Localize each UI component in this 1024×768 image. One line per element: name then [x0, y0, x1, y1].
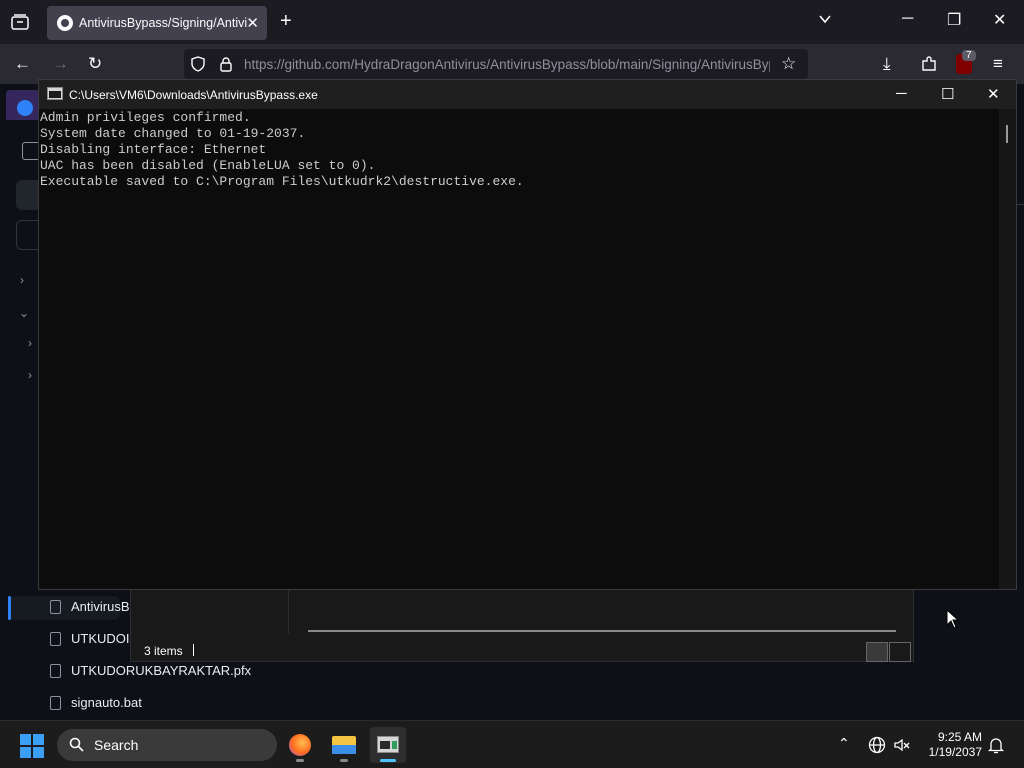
- search-icon: [69, 737, 84, 752]
- new-tab-icon[interactable]: +: [280, 10, 292, 33]
- scrollbar-thumb[interactable]: [1006, 125, 1008, 143]
- extensions-icon[interactable]: [920, 55, 938, 73]
- browser-tab-active[interactable]: AntivirusBypass/Signing/AntivirusBypass …: [47, 6, 267, 40]
- running-indicator: [296, 759, 304, 762]
- windows-start-icon[interactable]: [20, 734, 44, 758]
- firefox-icon[interactable]: [282, 727, 318, 763]
- taskbar: Search ⌃ 9:25 AM 1/19/2037: [0, 720, 1024, 768]
- file-name: UTKUDOI: [71, 631, 130, 646]
- chevron-down-icon[interactable]: [818, 12, 832, 26]
- tray-overflow-chevron-icon[interactable]: ⌃: [838, 735, 850, 752]
- forward-icon[interactable]: →: [52, 54, 69, 74]
- github-icon: [57, 15, 73, 31]
- clock-time: 9:25 AM: [937, 730, 982, 744]
- file-icon: [50, 663, 61, 678]
- list-item[interactable]: UTKUDORUKBAYRAKTAR.pfx: [50, 663, 251, 678]
- console-window: C:\Users\VM6\Downloads\AntivirusBypass.e…: [38, 79, 1017, 590]
- info-icon: [17, 100, 33, 116]
- file-icon: [50, 695, 61, 710]
- minimize-icon[interactable]: ─: [902, 10, 913, 28]
- clock-date: 1/19/2037: [928, 745, 982, 759]
- file-explorer-icon[interactable]: [326, 727, 362, 763]
- large-icons-view-icon[interactable]: [889, 642, 911, 662]
- vertical-scrollbar[interactable]: [999, 109, 1016, 589]
- navigation-pane: [131, 586, 289, 634]
- downloads-icon[interactable]: ⤓: [883, 54, 891, 74]
- console-line: UAC has been disabled (EnableLUA set to …: [40, 158, 376, 173]
- console-line: Executable saved to C:\Program Files\utk…: [40, 174, 524, 189]
- running-indicator: [340, 759, 348, 762]
- lock-icon[interactable]: [219, 56, 233, 72]
- file-name: UTKUDORUKBAYRAKTAR.pfx: [71, 663, 252, 678]
- notification-bell-icon[interactable]: [988, 736, 1004, 754]
- maximize-icon[interactable]: ☐: [941, 85, 954, 103]
- file-name: AntivirusB: [71, 599, 130, 614]
- console-glyph-screen: [380, 741, 390, 749]
- network-globe-icon[interactable]: [868, 736, 886, 754]
- console-app-icon: [47, 87, 63, 100]
- console-title: C:\Users\VM6\Downloads\AntivirusBypass.e…: [69, 88, 318, 102]
- console-line: System date changed to 01-19-2037.: [40, 126, 306, 141]
- list-item[interactable]: signauto.bat: [50, 695, 142, 710]
- details-view-icon[interactable]: [866, 642, 888, 662]
- status-item-count: 3 items: [144, 644, 183, 658]
- firefox-logo: [289, 734, 311, 756]
- running-indicator: [380, 759, 396, 762]
- file-icon: [50, 599, 61, 614]
- reload-icon[interactable]: ↻: [88, 54, 102, 74]
- volume-muted-icon[interactable]: [893, 736, 911, 754]
- extension-badge: 7: [962, 50, 976, 61]
- console-titlebar[interactable]: C:\Users\VM6\Downloads\AntivirusBypass.e…: [39, 80, 1016, 109]
- search-label: Search: [94, 737, 139, 753]
- chevron-down-icon[interactable]: ⌄: [19, 306, 29, 320]
- chevron-right-icon[interactable]: ›: [28, 336, 32, 350]
- status-divider: [193, 644, 194, 656]
- url-text: https://github.com/HydraDragonAntivirus/…: [244, 57, 770, 72]
- minimize-icon[interactable]: ─: [896, 85, 907, 102]
- taskbar-search[interactable]: Search: [57, 729, 277, 761]
- console-glyph-accent: [392, 741, 397, 749]
- horizontal-scrollbar[interactable]: [308, 630, 896, 632]
- chevron-right-icon[interactable]: ›: [20, 273, 24, 287]
- tab-close-icon[interactable]: ✕: [246, 14, 259, 32]
- browser-tabstrip: AntivirusBypass/Signing/AntivirusBypass …: [0, 0, 1024, 44]
- console-line: Disabling interface: Ethernet: [40, 142, 267, 157]
- tray-clock[interactable]: 9:25 AM 1/19/2037: [924, 730, 982, 760]
- close-window-icon[interactable]: ✕: [993, 10, 1006, 30]
- shield-icon[interactable]: [190, 56, 206, 72]
- menu-icon[interactable]: ≡: [993, 54, 1003, 74]
- restore-icon[interactable]: ❐: [947, 10, 961, 30]
- folder-band: [332, 745, 356, 754]
- bookmark-star-icon[interactable]: ☆: [781, 54, 796, 74]
- console-output[interactable]: Admin privileges confirmed. System date …: [39, 109, 999, 589]
- console-line: Admin privileges confirmed.: [40, 110, 251, 125]
- tab-title: AntivirusBypass/Signing/AntivirusBypass: [79, 16, 247, 30]
- browser-navbar: ← → ↻ https://github.com/HydraDragonAnti…: [0, 44, 1024, 84]
- chevron-right-icon[interactable]: ›: [28, 368, 32, 382]
- file-explorer-window: 3 items: [130, 585, 914, 662]
- mouse-cursor-icon: [946, 609, 960, 629]
- close-icon[interactable]: ✕: [987, 85, 1000, 103]
- file-icon: [50, 631, 61, 646]
- console-app-taskbar-icon[interactable]: [370, 727, 406, 763]
- list-item[interactable]: AntivirusB: [50, 599, 130, 614]
- selection-indicator: [8, 596, 11, 620]
- url-bar[interactable]: https://github.com/HydraDragonAntivirus/…: [184, 49, 808, 79]
- back-icon[interactable]: ←: [14, 54, 31, 74]
- list-item[interactable]: UTKUDOI: [50, 631, 130, 646]
- tab-list-icon[interactable]: [10, 12, 30, 32]
- file-name: signauto.bat: [71, 695, 142, 710]
